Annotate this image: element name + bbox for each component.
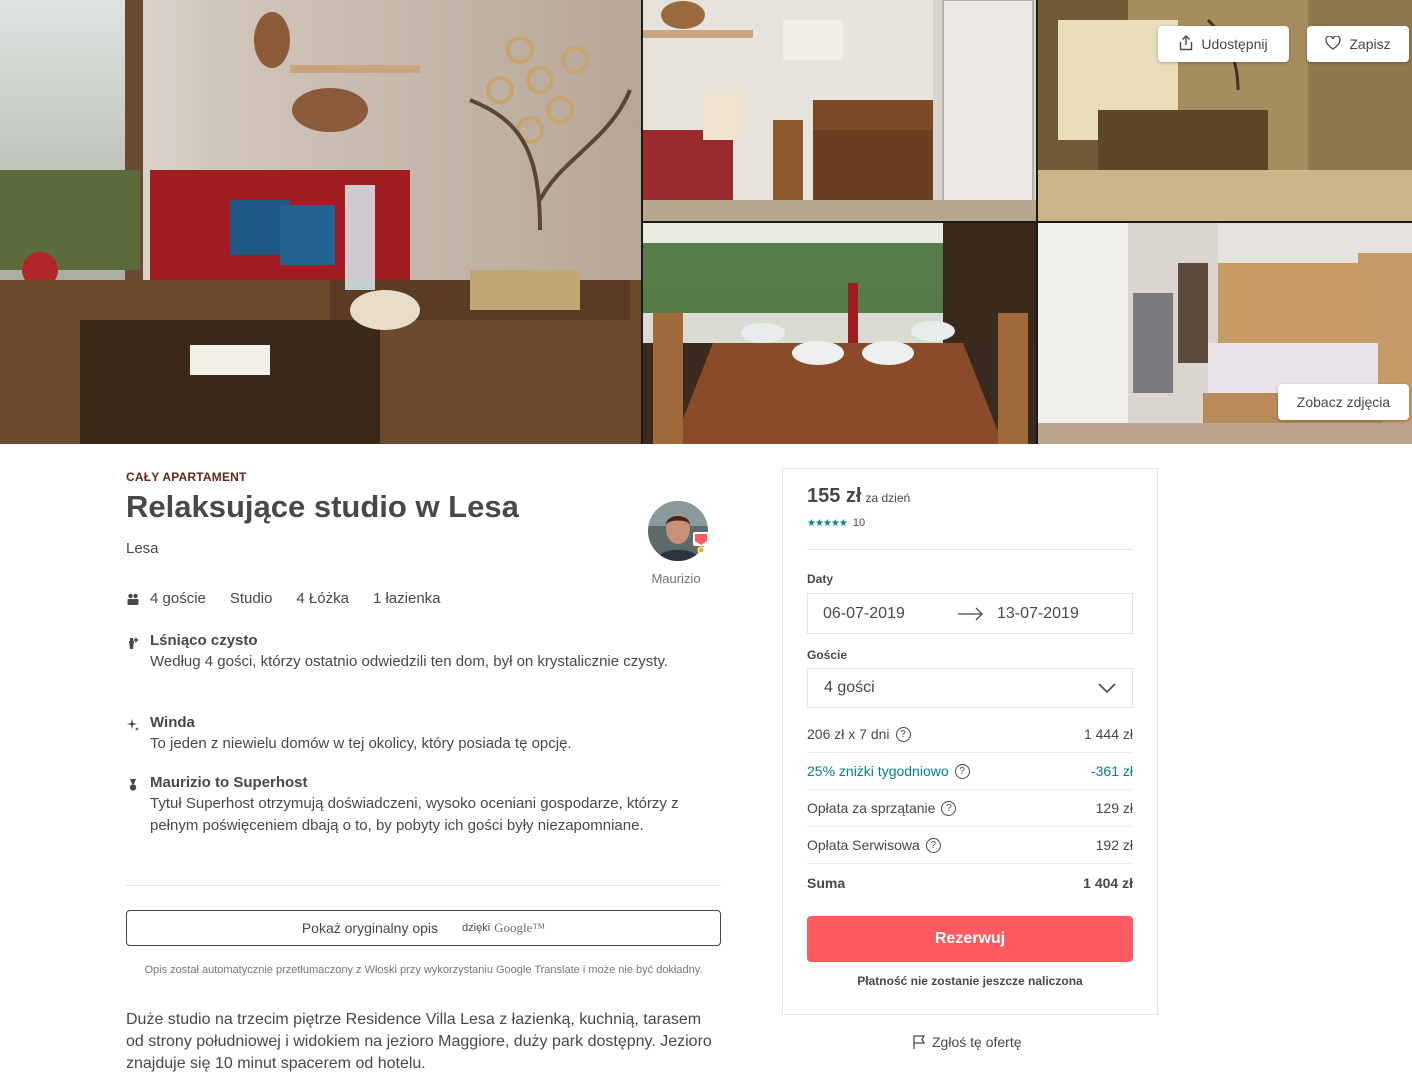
guests-value: 4 gości — [824, 679, 875, 696]
section-divider — [126, 885, 721, 886]
listing-description: Duże studio na trzecim piętrze Residence… — [126, 1011, 712, 1072]
date-range-picker[interactable]: 06-07-2019 13-07-2019 — [807, 593, 1133, 634]
price-line-discount: 25% zniżki tygodniowo? -361 zł — [807, 753, 1133, 790]
price-total-label: Suma — [807, 874, 846, 891]
report-listing-link[interactable]: Zgłoś tę ofertę — [912, 1034, 1022, 1050]
host-profile[interactable]: Maurizio — [648, 501, 710, 586]
share-button[interactable]: Udostępnij — [1158, 26, 1289, 62]
view-photos-label: Zobacz zdjęcia — [1296, 394, 1391, 410]
price-unit: za dzień — [865, 491, 911, 505]
price-line-cleaning-value: 129 zł — [1095, 800, 1133, 816]
price-line-service-value: 192 zł — [1095, 837, 1133, 853]
highlight-elevator: Winda To jeden z niewielu domów w tej ok… — [126, 714, 696, 755]
price-line-service: Opłata Serwisowa? 192 zł — [807, 827, 1133, 864]
flag-icon — [913, 1035, 926, 1049]
save-button[interactable]: Zapisz — [1307, 26, 1409, 62]
share-icon — [1179, 34, 1193, 54]
share-label: Udostępnij — [1201, 36, 1268, 52]
price-line-nights: 206 zł x 7 dni? 1 444 zł — [807, 716, 1133, 753]
listing-facts: 4 goście Studio 4 Łóżka 1 łazienka — [126, 590, 465, 607]
nightly-price: 155 zł za dzień — [807, 485, 910, 508]
guests-select[interactable]: 4 gości — [807, 668, 1133, 708]
reserve-button[interactable]: Rezerwuj — [807, 916, 1133, 962]
highlight-clean-desc: Według 4 gości, którzy ostatnio odwiedzi… — [150, 653, 668, 670]
view-photos-button[interactable]: Zobacz zdjęcia — [1278, 384, 1409, 420]
fact-beds: 4 Łóżka — [296, 590, 349, 607]
photo-dining[interactable] — [643, 0, 1036, 221]
highlight-clean-title: Lśniąco czysto — [150, 632, 258, 649]
price-amount: 155 zł — [807, 485, 862, 507]
elevator-sparkle-icon — [127, 719, 139, 731]
fact-type: Studio — [229, 590, 273, 607]
google-brand-logo: Google™ — [494, 920, 546, 935]
chevron-down-icon — [1098, 683, 1116, 693]
help-icon[interactable]: ? — [954, 763, 970, 779]
photo-gallery: Udostępnij Zapisz Zobacz zdjęcia — [0, 0, 1412, 444]
panel-divider — [807, 549, 1133, 550]
highlight-elevator-desc: To jeden z niewielu domów w tej okolicy,… — [150, 735, 572, 752]
help-icon[interactable]: ? — [895, 726, 911, 742]
price-line-cleaning: Opłata za sprzątanie? 129 zł — [807, 790, 1133, 827]
guests-label: Goście — [807, 648, 848, 662]
price-line-service-label: Opłata Serwisowa — [807, 837, 920, 853]
booking-panel: 155 zł za dzień ★★★★★ 10 Daty 06-07-2019… — [782, 468, 1158, 1015]
host-name: Maurizio — [651, 571, 701, 586]
price-line-discount-label: 25% zniżki tygodniowo — [807, 763, 949, 779]
listing-header: CAŁY APARTAMENT Relaksujące studio w Les… — [126, 470, 722, 557]
heart-icon — [1325, 34, 1342, 53]
check-out-date[interactable]: 13-07-2019 — [997, 605, 1079, 623]
highlight-elevator-title: Winda — [150, 714, 195, 731]
highlight-clean: Lśniąco czysto Według 4 gości, którzy os… — [126, 632, 696, 673]
translation-note: Opis został automatycznie przetłumaczony… — [144, 964, 703, 976]
sparkle-clean-icon — [129, 637, 139, 649]
fact-baths: 1 łazienka — [372, 590, 441, 607]
price-line-discount-value: -361 zł — [1090, 763, 1133, 779]
guests-icon — [127, 593, 139, 605]
photo-terrace[interactable] — [643, 223, 1036, 444]
listing-title: Relaksujące studio w Lesa — [126, 489, 519, 524]
price-line-nights-label: 206 zł x 7 dni — [807, 726, 890, 742]
save-label: Zapisz — [1349, 36, 1391, 52]
photo-main[interactable] — [0, 0, 641, 444]
dates-label: Daty — [807, 572, 834, 586]
superhost-badge-icon — [693, 532, 709, 553]
highlight-superhost: Maurizio to Superhost Tytuł Superhost ot… — [126, 774, 696, 837]
show-original-description-button[interactable]: Pokaż oryginalny opis dzięki Google™ — [126, 910, 721, 946]
rating-summary[interactable]: ★★★★★ 10 — [807, 517, 865, 529]
help-icon[interactable]: ? — [925, 837, 941, 853]
price-line-cleaning-label: Opłata za sprzątanie — [807, 800, 936, 816]
highlight-superhost-desc: Tytuł Superhost otrzymują doświadczeni, … — [150, 795, 679, 834]
report-label: Zgłoś tę ofertę — [932, 1034, 1022, 1050]
rating-count: 10 — [852, 517, 866, 529]
listing-city[interactable]: Lesa — [126, 540, 722, 557]
price-line-nights-value: 1 444 zł — [1083, 726, 1133, 742]
check-in-date[interactable]: 06-07-2019 — [823, 605, 957, 623]
fact-guests: 4 goście — [150, 590, 206, 607]
price-line-total: Suma 1 404 zł — [807, 864, 1133, 901]
highlight-superhost-title: Maurizio to Superhost — [150, 774, 308, 791]
price-total-value: 1 404 zł — [1083, 874, 1133, 891]
translated-by-label: dzięki — [462, 922, 491, 934]
help-icon[interactable]: ? — [941, 800, 957, 816]
arrow-right-icon — [958, 607, 983, 620]
reserve-label: Rezerwuj — [934, 930, 1006, 947]
property-type: CAŁY APARTAMENT — [126, 470, 247, 484]
no-charge-note: Płatność nie zostanie jeszcze naliczona — [857, 974, 1083, 988]
rating-stars-icon: ★★★★★ — [807, 517, 848, 529]
show-original-label: Pokaż oryginalny opis — [301, 920, 439, 936]
superhost-medal-icon — [129, 779, 137, 791]
